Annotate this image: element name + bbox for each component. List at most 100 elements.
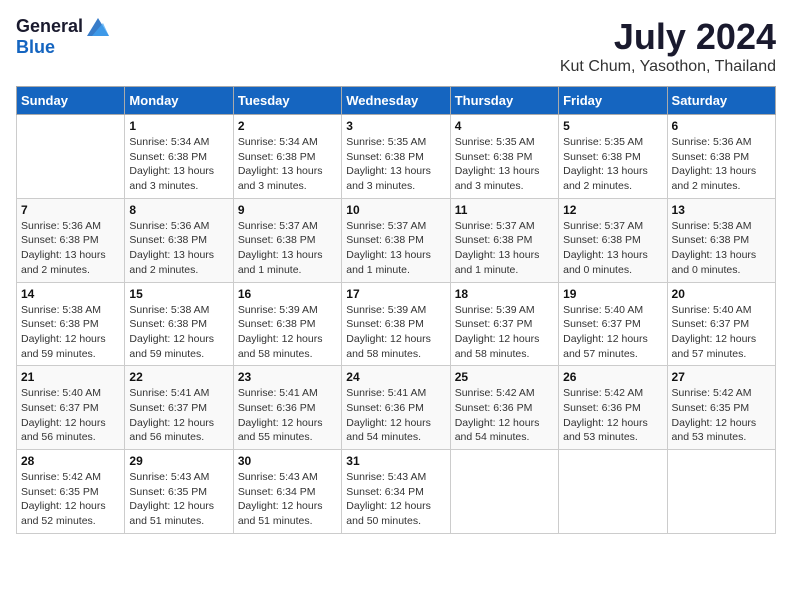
day-info: Sunrise: 5:38 AMSunset: 6:38 PMDaylight:… (129, 303, 228, 362)
day-number: 27 (672, 370, 771, 384)
day-info: Sunrise: 5:37 AMSunset: 6:38 PMDaylight:… (455, 219, 554, 278)
day-info: Sunrise: 5:35 AMSunset: 6:38 PMDaylight:… (563, 135, 662, 194)
day-number: 20 (672, 287, 771, 301)
day-number: 12 (563, 203, 662, 217)
day-info: Sunrise: 5:34 AMSunset: 6:38 PMDaylight:… (238, 135, 337, 194)
day-number: 24 (346, 370, 445, 384)
calendar-cell: 15 Sunrise: 5:38 AMSunset: 6:38 PMDayligh… (125, 282, 233, 366)
page-title: July 2024 (560, 16, 776, 58)
week-row-1: 1 Sunrise: 5:34 AMSunset: 6:38 PMDaylight… (17, 115, 776, 199)
calendar-cell: 21Sunrise: 5:40 AMSunset: 6:37 PMDayligh… (17, 366, 125, 450)
calendar-cell: 20 Sunrise: 5:40 AMSunset: 6:37 PMDayligh… (667, 282, 775, 366)
day-info: Sunrise: 5:36 AMSunset: 6:38 PMDaylight:… (672, 135, 771, 194)
page-subtitle: Kut Chum, Yasothon, Thailand (560, 58, 776, 76)
day-info: Sunrise: 5:40 AMSunset: 6:37 PMDaylight:… (672, 303, 771, 362)
calendar-cell: 19Sunrise: 5:40 AMSunset: 6:37 PMDayligh… (559, 282, 667, 366)
day-info: Sunrise: 5:42 AMSunset: 6:36 PMDaylight:… (455, 386, 554, 445)
calendar-cell: 7 Sunrise: 5:36 AMSunset: 6:38 PMDaylight… (17, 198, 125, 282)
day-info: Sunrise: 5:36 AMSunset: 6:38 PMDaylight:… (129, 219, 228, 278)
day-number: 4 (455, 119, 554, 133)
header-cell-sunday: Sunday (17, 87, 125, 115)
calendar-cell: 6 Sunrise: 5:36 AMSunset: 6:38 PMDaylight… (667, 115, 775, 199)
day-number: 7 (21, 203, 120, 217)
logo: General Blue (16, 16, 109, 58)
calendar-cell: 30 Sunrise: 5:43 AMSunset: 6:34 PMDayligh… (233, 450, 341, 534)
day-info: Sunrise: 5:43 AMSunset: 6:34 PMDaylight:… (346, 470, 445, 529)
day-number: 16 (238, 287, 337, 301)
header-row: SundayMondayTuesdayWednesdayThursdayFrid… (17, 87, 776, 115)
day-info: Sunrise: 5:37 AMSunset: 6:38 PMDaylight:… (238, 219, 337, 278)
day-number: 13 (672, 203, 771, 217)
day-number: 5 (563, 119, 662, 133)
day-info: Sunrise: 5:37 AMSunset: 6:38 PMDaylight:… (346, 219, 445, 278)
calendar-cell: 18 Sunrise: 5:39 AMSunset: 6:37 PMDayligh… (450, 282, 558, 366)
day-info: Sunrise: 5:42 AMSunset: 6:36 PMDaylight:… (563, 386, 662, 445)
day-number: 15 (129, 287, 228, 301)
day-number: 17 (346, 287, 445, 301)
calendar-cell (667, 450, 775, 534)
logo-icon (87, 18, 109, 36)
header-cell-saturday: Saturday (667, 87, 775, 115)
calendar-cell: 28 Sunrise: 5:42 AMSunset: 6:35 PMDayligh… (17, 450, 125, 534)
calendar-cell: 31 Sunrise: 5:43 AMSunset: 6:34 PMDayligh… (342, 450, 450, 534)
calendar-cell: 2 Sunrise: 5:34 AMSunset: 6:38 PMDaylight… (233, 115, 341, 199)
day-number: 9 (238, 203, 337, 217)
day-number: 8 (129, 203, 228, 217)
header-cell-wednesday: Wednesday (342, 87, 450, 115)
day-info: Sunrise: 5:36 AMSunset: 6:38 PMDaylight:… (21, 219, 120, 278)
calendar-cell: 1 Sunrise: 5:34 AMSunset: 6:38 PMDaylight… (125, 115, 233, 199)
header-cell-friday: Friday (559, 87, 667, 115)
calendar-cell (559, 450, 667, 534)
day-info: Sunrise: 5:41 AMSunset: 6:37 PMDaylight:… (129, 386, 228, 445)
day-info: Sunrise: 5:38 AMSunset: 6:38 PMDaylight:… (672, 219, 771, 278)
day-number: 6 (672, 119, 771, 133)
day-info: Sunrise: 5:42 AMSunset: 6:35 PMDaylight:… (672, 386, 771, 445)
calendar-cell: 10 Sunrise: 5:37 AMSunset: 6:38 PMDayligh… (342, 198, 450, 282)
day-number: 30 (238, 454, 337, 468)
day-info: Sunrise: 5:39 AMSunset: 6:37 PMDaylight:… (455, 303, 554, 362)
calendar-cell: 5 Sunrise: 5:35 AMSunset: 6:38 PMDaylight… (559, 115, 667, 199)
week-row-3: 14 Sunrise: 5:38 AMSunset: 6:38 PMDayligh… (17, 282, 776, 366)
day-info: Sunrise: 5:34 AMSunset: 6:38 PMDaylight:… (129, 135, 228, 194)
header-cell-thursday: Thursday (450, 87, 558, 115)
calendar-cell: 13 Sunrise: 5:38 AMSunset: 6:38 PMDayligh… (667, 198, 775, 282)
day-info: Sunrise: 5:39 AMSunset: 6:38 PMDaylight:… (346, 303, 445, 362)
calendar-cell: 3 Sunrise: 5:35 AMSunset: 6:38 PMDaylight… (342, 115, 450, 199)
day-number: 18 (455, 287, 554, 301)
day-number: 22 (129, 370, 228, 384)
calendar-cell: 4 Sunrise: 5:35 AMSunset: 6:38 PMDaylight… (450, 115, 558, 199)
day-number: 19 (563, 287, 662, 301)
day-info: Sunrise: 5:41 AMSunset: 6:36 PMDaylight:… (346, 386, 445, 445)
day-number: 25 (455, 370, 554, 384)
calendar-cell: 23Sunrise: 5:41 AMSunset: 6:36 PMDayligh… (233, 366, 341, 450)
day-number: 26 (563, 370, 662, 384)
calendar-cell: 16Sunrise: 5:39 AMSunset: 6:38 PMDayligh… (233, 282, 341, 366)
day-number: 10 (346, 203, 445, 217)
calendar-cell (17, 115, 125, 199)
calendar-cell: 26 Sunrise: 5:42 AMSunset: 6:36 PMDayligh… (559, 366, 667, 450)
day-number: 28 (21, 454, 120, 468)
day-number: 14 (21, 287, 120, 301)
day-number: 11 (455, 203, 554, 217)
logo-blue-text: Blue (16, 37, 55, 57)
day-number: 31 (346, 454, 445, 468)
calendar-cell: 17 Sunrise: 5:39 AMSunset: 6:38 PMDayligh… (342, 282, 450, 366)
day-number: 1 (129, 119, 228, 133)
day-info: Sunrise: 5:38 AMSunset: 6:38 PMDaylight:… (21, 303, 120, 362)
calendar-cell: 11 Sunrise: 5:37 AMSunset: 6:38 PMDayligh… (450, 198, 558, 282)
day-info: Sunrise: 5:35 AMSunset: 6:38 PMDaylight:… (346, 135, 445, 194)
calendar-cell: 8 Sunrise: 5:36 AMSunset: 6:38 PMDaylight… (125, 198, 233, 282)
calendar-cell: 22 Sunrise: 5:41 AMSunset: 6:37 PMDayligh… (125, 366, 233, 450)
week-row-2: 7 Sunrise: 5:36 AMSunset: 6:38 PMDaylight… (17, 198, 776, 282)
day-number: 3 (346, 119, 445, 133)
calendar-cell (450, 450, 558, 534)
day-info: Sunrise: 5:41 AMSunset: 6:36 PMDaylight:… (238, 386, 337, 445)
day-number: 29 (129, 454, 228, 468)
day-number: 2 (238, 119, 337, 133)
calendar-cell: 9 Sunrise: 5:37 AMSunset: 6:38 PMDaylight… (233, 198, 341, 282)
calendar-cell: 12Sunrise: 5:37 AMSunset: 6:38 PMDayligh… (559, 198, 667, 282)
day-info: Sunrise: 5:42 AMSunset: 6:35 PMDaylight:… (21, 470, 120, 529)
day-info: Sunrise: 5:43 AMSunset: 6:35 PMDaylight:… (129, 470, 228, 529)
day-info: Sunrise: 5:35 AMSunset: 6:38 PMDaylight:… (455, 135, 554, 194)
day-info: Sunrise: 5:43 AMSunset: 6:34 PMDaylight:… (238, 470, 337, 529)
